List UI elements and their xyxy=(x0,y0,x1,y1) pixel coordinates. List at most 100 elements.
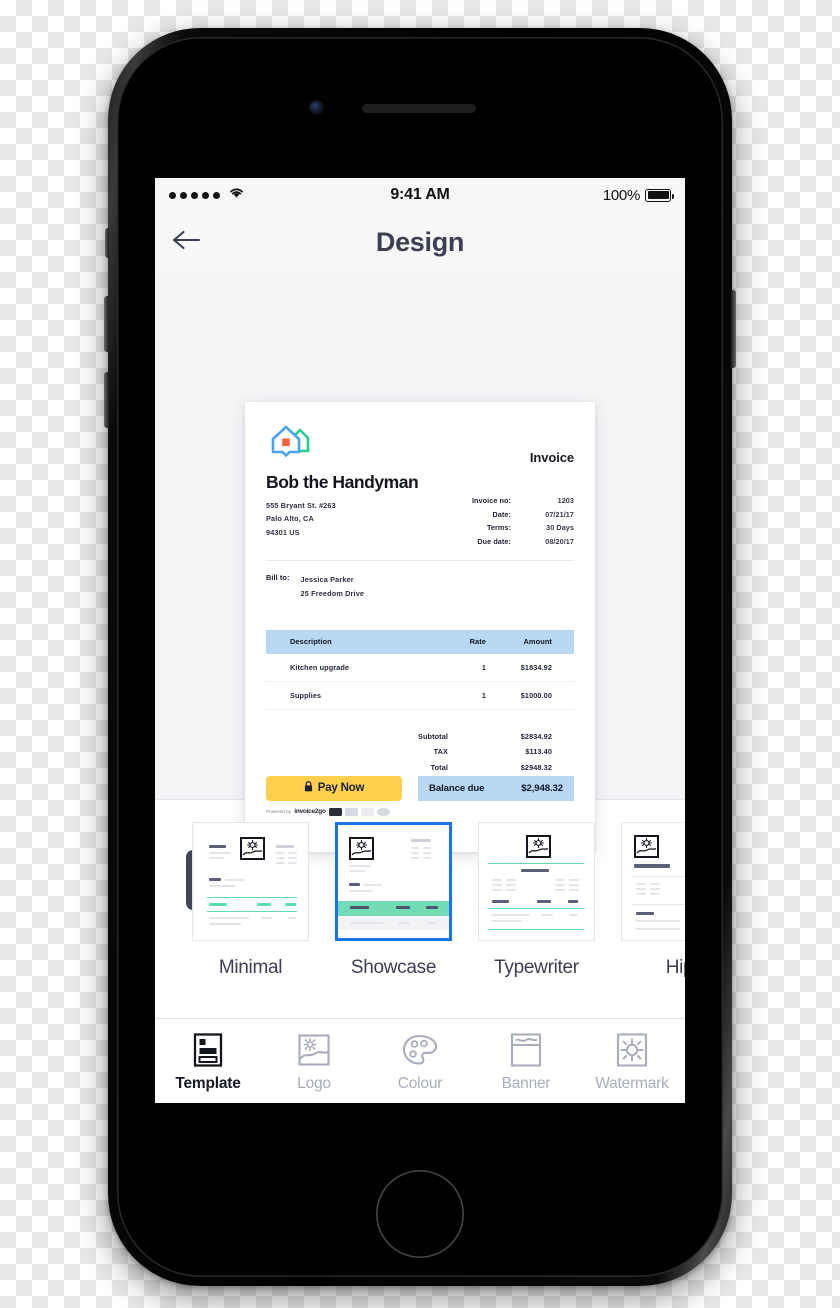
bill-to-label: Bill to: xyxy=(266,572,290,582)
bill-to-value: Jessica Parker 25 Freedom Drive xyxy=(301,573,365,601)
page-title: Design xyxy=(375,226,465,257)
total-key: Total xyxy=(430,762,448,772)
amex-card-icon xyxy=(328,807,342,816)
tab-logo[interactable]: Logo xyxy=(261,1019,367,1103)
meta-value: 30 Days xyxy=(546,523,574,532)
template-label: Typewriter xyxy=(494,957,579,978)
invoice-thumbnail-icon xyxy=(634,835,659,858)
address-line: 555 Bryant St. #263 xyxy=(266,501,336,510)
address-line: 94301 US xyxy=(266,527,300,537)
invoice-meta: Invoice no: 1203 Date: 07/21/17 Terms: 3… xyxy=(472,496,574,546)
pay-column: Pay Now Powered by invoice2go xyxy=(266,775,402,816)
invoice-identity-row: Bob the Handyman 555 Bryant St. #263 Pal… xyxy=(266,467,574,546)
business-name: Bob the Handyman xyxy=(266,472,419,492)
meta-key: Invoice no: xyxy=(471,496,511,505)
invoice-header-row: Invoice xyxy=(266,420,574,467)
bottom-tab-bar: Template Logo Colour Banner Watermark xyxy=(155,1018,685,1103)
battery-icon xyxy=(645,188,674,202)
balance-due-label: Balance due xyxy=(429,782,485,794)
volume-up-button[interactable] xyxy=(104,296,109,352)
tab-watermark[interactable]: Watermark xyxy=(579,1019,685,1103)
battery-percentage: 100% xyxy=(602,186,640,204)
front-camera xyxy=(310,101,323,114)
tab-label: Colour xyxy=(397,1074,443,1092)
phone-screen: 9:41 AM 100% Design Invoice Bob the Hand… xyxy=(155,178,685,1103)
invoice-document-card[interactable]: Invoice Bob the Handyman 555 Bryant St. … xyxy=(245,402,595,852)
invoice-document: Invoice Bob the Handyman 555 Bryant St. … xyxy=(245,402,595,852)
template-option-hip[interactable]: Hip xyxy=(621,822,685,979)
table-row: Kitchen upgrade 1 $1834.92 xyxy=(266,653,574,682)
tab-template[interactable]: Template xyxy=(155,1019,261,1103)
meta-value: 07/21/17 xyxy=(545,509,574,519)
template-icon xyxy=(188,1030,228,1070)
earpiece-speaker xyxy=(362,104,476,113)
template-option-minimal[interactable]: Minimal xyxy=(192,822,309,979)
powered-by-prefix: Powered by xyxy=(266,809,292,815)
invoice-thumbnail-icon xyxy=(240,837,265,860)
silence-switch[interactable] xyxy=(105,228,109,258)
business-address: 555 Bryant St. #263 Palo Alto, CA 94301 … xyxy=(266,499,418,539)
table-header-row: Description Rate Amount xyxy=(266,629,574,654)
pay-now-button[interactable]: Pay Now xyxy=(266,775,402,801)
meta-key: Due date: xyxy=(477,536,511,546)
meta-value: 1203 xyxy=(557,496,574,505)
invoice-preview-area: Invoice Bob the Handyman 555 Bryant St. … xyxy=(155,272,685,910)
column-header-amount: Amount xyxy=(486,629,574,654)
home-button[interactable] xyxy=(376,1170,464,1258)
meta-key: Date: xyxy=(492,509,511,519)
volume-down-button[interactable] xyxy=(104,372,109,428)
watermark-sun-icon xyxy=(612,1030,652,1070)
template-option-showcase[interactable]: Showcase xyxy=(335,822,452,979)
pay-now-label: Pay Now xyxy=(317,782,365,794)
palette-icon xyxy=(400,1030,440,1070)
template-carousel[interactable]: Minimal Showcase Typewriter Hi xyxy=(155,800,685,1018)
banner-icon xyxy=(506,1030,546,1070)
invoice-thumbnail-icon xyxy=(349,837,374,860)
cell-rate: 1 xyxy=(412,681,486,710)
template-option-typewriter[interactable]: Typewriter xyxy=(478,822,595,979)
lock-icon xyxy=(304,781,313,795)
tab-label: Banner xyxy=(501,1074,551,1092)
bill-to-line: Jessica Parker xyxy=(300,574,354,584)
column-header-description: Description xyxy=(266,629,412,654)
tab-banner[interactable]: Banner xyxy=(473,1019,579,1103)
template-thumbnail xyxy=(621,822,685,941)
discover-card-icon xyxy=(376,807,390,816)
meta-key: Terms: xyxy=(486,523,511,532)
invoice-heading: Invoice xyxy=(529,450,574,465)
address-line: Palo Alto, CA xyxy=(266,514,314,524)
tab-label: Template xyxy=(175,1074,241,1092)
column-header-rate: Rate xyxy=(412,629,486,654)
status-bar: 9:41 AM 100% xyxy=(155,178,685,212)
total-value: $2834.92 xyxy=(520,731,552,741)
status-bar-right: 100% xyxy=(602,186,674,204)
total-key: TAX xyxy=(433,747,448,757)
invoice2go-brand: invoice2go xyxy=(294,808,326,816)
tab-label: Watermark xyxy=(595,1074,669,1092)
visa-card-icon xyxy=(360,807,374,816)
logo-image-icon xyxy=(294,1030,334,1070)
business-block: Bob the Handyman 555 Bryant St. #263 Pal… xyxy=(266,467,419,539)
table-row: Supplies 1 $1000.00 xyxy=(266,681,574,710)
template-label: Showcase xyxy=(350,957,437,978)
cell-description: Kitchen upgrade xyxy=(266,653,412,682)
bill-to-line: 25 Freedom Drive xyxy=(300,588,365,598)
payment-row: Pay Now Powered by invoice2go Balance du… xyxy=(266,775,574,816)
powered-by-row: Powered by invoice2go xyxy=(266,807,402,816)
total-key: Subtotal xyxy=(418,731,448,741)
totals-block: Subtotal $2834.92 TAX $113.40 Total $294… xyxy=(266,732,574,772)
cell-amount: $1834.92 xyxy=(486,653,574,682)
line-items-table: Description Rate Amount Kitchen upgrade … xyxy=(266,629,574,710)
total-value: $2948.32 xyxy=(520,762,552,772)
tab-colour[interactable]: Colour xyxy=(367,1019,473,1103)
cell-description: Supplies xyxy=(266,681,412,710)
balance-due-value: $2,948.32 xyxy=(521,782,563,794)
bill-to-block: Bill to: Jessica Parker 25 Freedom Drive xyxy=(266,573,574,601)
power-button[interactable] xyxy=(731,290,736,368)
total-value: $113.40 xyxy=(525,747,552,757)
cell-rate: 1 xyxy=(412,653,486,682)
template-label: Hip xyxy=(665,957,685,978)
house-logo-icon xyxy=(266,420,314,467)
divider xyxy=(266,559,574,561)
phone-device-frame: 9:41 AM 100% Design Invoice Bob the Hand… xyxy=(104,28,736,1286)
